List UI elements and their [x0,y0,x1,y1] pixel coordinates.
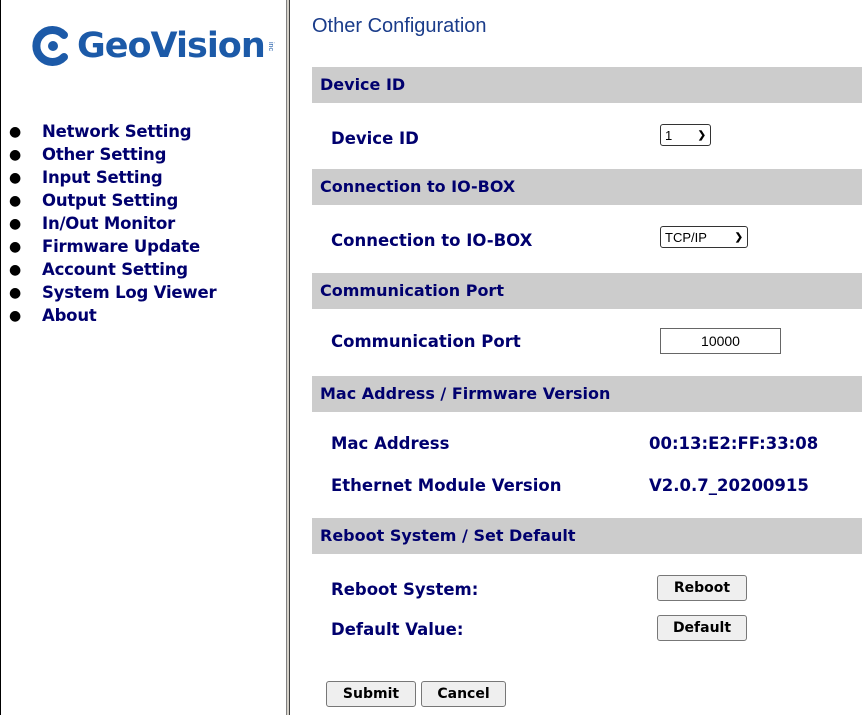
nav-item-network-setting: ● Network Setting [9,122,216,145]
mac-address-value: 00:13:E2:FF:33:08 [649,434,819,453]
nav-link-system-log-viewer[interactable]: System Log Viewer [42,283,217,302]
nav-item-firmware-update: ● Firmware Update [9,237,216,260]
ethernet-version-value: V2.0.7_20200915 [649,476,809,495]
nav-link-network-setting[interactable]: Network Setting [42,122,192,141]
section-header-device-id: Device ID [312,67,862,103]
reboot-button[interactable]: Reboot [657,575,747,601]
device-id-select[interactable]: 1 ❯ [660,124,711,146]
bullet-icon: ● [9,124,22,140]
nav-menu: ● Network Setting ● Other Setting ● Input S… [9,122,217,329]
default-value-label: Default Value: [331,620,464,639]
logo-suffix: inc [266,41,274,51]
bullet-icon: ● [9,285,22,301]
bullet-icon: ● [9,262,22,278]
bullet-icon: ● [9,308,22,324]
content-frame: Other Configuration Device ID Device ID … [290,0,862,715]
bullet-icon: ● [9,216,22,232]
cancel-button[interactable]: Cancel [421,681,506,707]
default-button[interactable]: Default [657,615,747,641]
bullet-icon: ● [9,193,22,209]
chevron-down-icon: ❯ [734,231,743,243]
logo-brand-text: GeoVision [77,26,266,66]
submit-button[interactable]: Submit [326,681,416,707]
section-header-comm-port: Communication Port [312,273,862,309]
section-header-connection: Connection to IO-BOX [312,169,862,205]
nav-link-about[interactable]: About [42,306,97,325]
geovision-logo: GeoVision inc [31,22,274,70]
nav-item-account-setting: ● Account Setting [9,260,216,283]
mac-address-label: Mac Address [331,434,450,453]
section-header-reboot-default: Reboot System / Set Default [312,518,862,554]
nav-item-inout-monitor: ● In/Out Monitor [9,214,216,237]
reboot-system-label: Reboot System: [331,580,479,599]
nav-link-other-setting[interactable]: Other Setting [42,145,166,164]
page-title: Other Configuration [312,15,487,37]
connection-select[interactable]: TCP/IP ❯ [660,226,748,248]
chevron-down-icon: ❯ [697,129,706,141]
bullet-icon: ● [9,170,22,186]
connection-label: Connection to IO-BOX [331,231,533,250]
bullet-icon: ● [9,147,22,163]
nav-link-output-setting[interactable]: Output Setting [42,191,178,210]
section-header-mac-firmware: Mac Address / Firmware Version [312,376,862,412]
comm-port-label: Communication Port [331,332,521,351]
nav-frame: GeoVision inc ● Network Setting ● Other Se… [0,0,286,715]
nav-link-input-setting[interactable]: Input Setting [42,168,163,187]
device-id-label: Device ID [331,129,419,148]
comm-port-input[interactable]: 10000 [660,328,781,354]
ethernet-version-label: Ethernet Module Version [331,476,562,495]
nav-item-input-setting: ● Input Setting [9,168,216,191]
device-id-selected-value: 1 [665,127,673,143]
logo-c-icon [32,26,68,66]
nav-link-firmware-update[interactable]: Firmware Update [42,237,200,256]
connection-selected-value: TCP/IP [665,229,707,245]
nav-item-output-setting: ● Output Setting [9,191,216,214]
nav-link-account-setting[interactable]: Account Setting [42,260,188,279]
nav-item-system-log-viewer: ● System Log Viewer [9,283,217,306]
nav-link-inout-monitor[interactable]: In/Out Monitor [42,214,175,233]
nav-item-about: ● About [9,306,216,329]
nav-item-other-setting: ● Other Setting [9,145,216,168]
bullet-icon: ● [9,239,22,255]
